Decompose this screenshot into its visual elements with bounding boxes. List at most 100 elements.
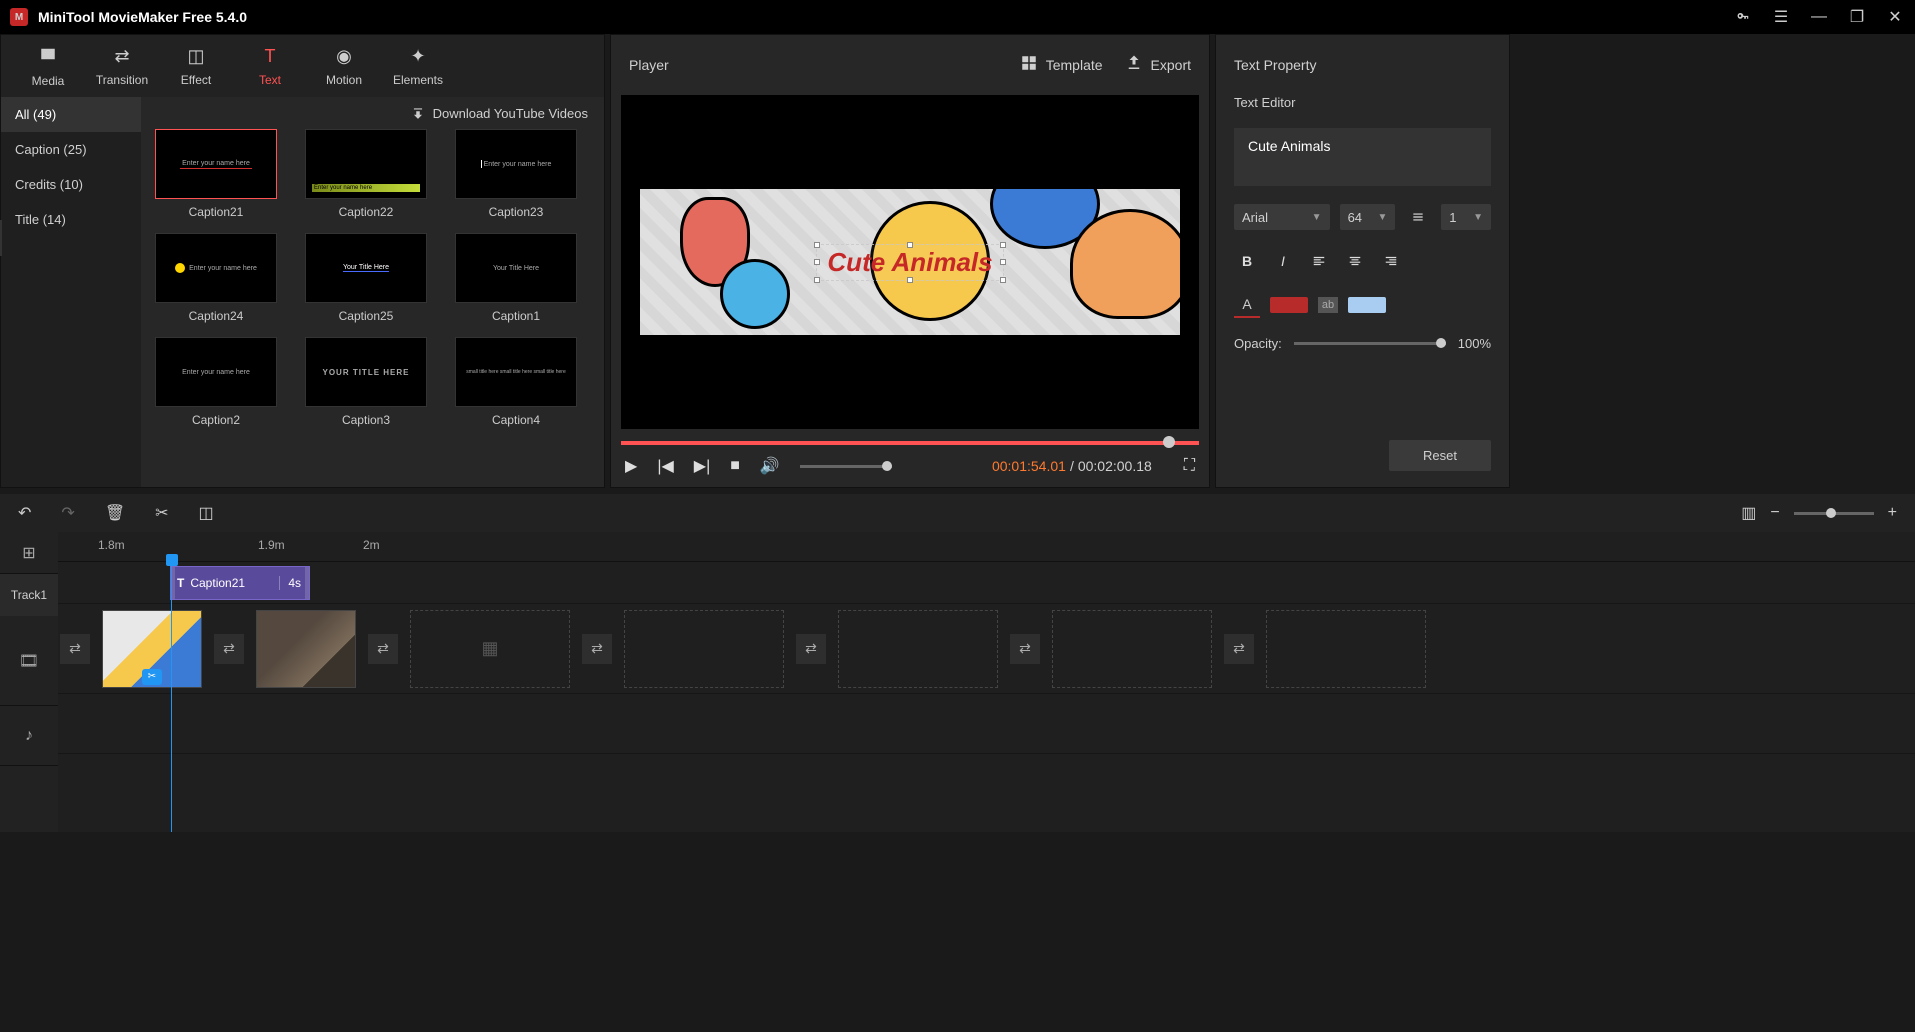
thumbnail-item[interactable]: Enter your name hereCaption21 <box>151 129 281 219</box>
tab-motion[interactable]: ◉ Motion <box>307 46 381 87</box>
activate-key-icon[interactable] <box>1733 7 1753 27</box>
text-clip[interactable]: T Caption21 4s <box>170 566 310 600</box>
video-track[interactable]: ⇄ ✂ ⇄ ⇄ ▦ ⇄ ⇄ ⇄ ⇄ <box>58 604 1915 694</box>
fullscreen-button[interactable]: ⛶ <box>1184 457 1195 475</box>
export-button[interactable]: Export <box>1125 54 1191 77</box>
redo-button[interactable]: ↷ <box>61 503 74 523</box>
empty-clip-slot[interactable] <box>1052 610 1212 688</box>
thumbnail-label: Caption2 <box>192 413 240 427</box>
minimize-button[interactable]: — <box>1809 7 1829 27</box>
next-frame-button[interactable]: ▶| <box>694 456 710 476</box>
prev-frame-button[interactable]: |◀ <box>657 456 673 476</box>
timeline: ↶ ↷ 🗑 ✂ ◫ ▥ − + ⊞ Track1 🎞 ♪ 1.8m 1.9m 2… <box>0 494 1915 832</box>
category-item[interactable]: Title (14) <box>1 202 141 237</box>
volume-icon[interactable]: 🔊 <box>760 456 780 476</box>
video-clip-2[interactable] <box>256 610 356 688</box>
italic-button[interactable]: I <box>1270 248 1296 274</box>
zoom-out-button[interactable]: − <box>1770 504 1779 522</box>
tab-effect[interactable]: ◫ Effect <box>159 46 233 87</box>
volume-slider[interactable] <box>800 465 892 468</box>
thumbnail-label: Caption3 <box>342 413 390 427</box>
empty-clip-slot[interactable] <box>1266 610 1426 688</box>
transition-slot[interactable]: ⇄ <box>60 634 90 664</box>
maximize-button[interactable]: ❐ <box>1847 7 1867 27</box>
align-left-button[interactable] <box>1306 248 1332 274</box>
play-button[interactable]: ▶ <box>625 456 637 476</box>
thumbnail-item[interactable]: Enter your name hereCaption23 <box>451 129 581 219</box>
fit-button[interactable]: ▥ <box>1741 503 1756 523</box>
progress-knob[interactable] <box>1163 436 1175 448</box>
undo-button[interactable]: ↶ <box>18 503 31 523</box>
thumbnail-item[interactable]: Enter your name hereCaption22 <box>301 129 431 219</box>
transition-slot[interactable]: ⇄ <box>796 634 826 664</box>
empty-clip-slot[interactable] <box>624 610 784 688</box>
app-icon: M <box>10 8 28 26</box>
close-button[interactable]: ✕ <box>1885 7 1905 27</box>
align-center-button[interactable] <box>1342 248 1368 274</box>
titlebar: M MiniTool MovieMaker Free 5.4.0 ☰ — ❐ ✕ <box>0 0 1915 34</box>
add-track-button[interactable]: ⊞ <box>0 532 58 574</box>
transition-slot[interactable]: ⇄ <box>1224 634 1254 664</box>
font-select[interactable]: Arial▼ <box>1234 204 1330 230</box>
delete-button[interactable]: 🗑 <box>105 503 125 523</box>
line-spacing-icon[interactable] <box>1405 204 1431 230</box>
text-color-icon: A <box>1234 292 1260 318</box>
tab-effect-label: Effect <box>181 73 211 87</box>
tab-elements[interactable]: ✦ Elements <box>381 46 455 87</box>
audio-track[interactable] <box>58 694 1915 754</box>
property-panel: › Text Property Text Editor Cute Animals… <box>1215 34 1510 488</box>
align-right-button[interactable] <box>1378 248 1404 274</box>
opacity-slider[interactable] <box>1294 342 1446 345</box>
line-height-select[interactable]: 1▼ <box>1441 204 1491 230</box>
zoom-slider[interactable] <box>1794 512 1874 515</box>
highlight-icon: ab <box>1318 297 1338 313</box>
timeline-ruler[interactable]: 1.8m 1.9m 2m <box>58 532 1915 562</box>
opacity-label: Opacity: <box>1234 336 1282 351</box>
category-item[interactable]: Caption (25) <box>1 132 141 167</box>
category-item[interactable]: All (49) <box>1 97 141 132</box>
transition-slot[interactable]: ⇄ <box>582 634 612 664</box>
playhead[interactable] <box>166 554 178 566</box>
thumbnail-item[interactable]: Enter your name hereCaption2 <box>151 337 281 427</box>
zoom-in-button[interactable]: + <box>1888 504 1897 522</box>
thumbnail-item[interactable]: Your Title HereCaption25 <box>301 233 431 323</box>
empty-clip-slot[interactable] <box>838 610 998 688</box>
menu-icon[interactable]: ☰ <box>1771 7 1791 27</box>
tab-media[interactable]: Media <box>11 45 85 88</box>
video-track-icon: 🎞 <box>0 616 58 706</box>
video-clip-1[interactable]: ✂ <box>102 610 202 688</box>
thumbnail-label: Caption21 <box>189 205 244 219</box>
download-youtube-link[interactable]: Download YouTube Videos <box>141 97 604 129</box>
transition-slot[interactable]: ⇄ <box>214 634 244 664</box>
empty-clip-slot[interactable]: ▦ <box>410 610 570 688</box>
time-total: 00:02:00.18 <box>1078 458 1152 474</box>
thumbnail-item[interactable]: small title here small title here small … <box>451 337 581 427</box>
opacity-value: 100% <box>1458 336 1491 351</box>
player-title: Player <box>629 57 669 73</box>
text-color-swatch[interactable] <box>1270 297 1308 313</box>
thumbnail-item[interactable]: Enter your name hereCaption24 <box>151 233 281 323</box>
transition-slot[interactable]: ⇄ <box>368 634 398 664</box>
crop-button[interactable]: ◫ <box>199 503 214 523</box>
thumbnail-item[interactable]: YOUR TITLE HERECaption3 <box>301 337 431 427</box>
split-marker-icon[interactable]: ✂ <box>142 669 162 685</box>
highlight-color-swatch[interactable] <box>1348 297 1386 313</box>
text-overlay[interactable]: Cute Animals <box>816 244 1003 281</box>
category-item[interactable]: Credits (10) <box>1 167 141 202</box>
stop-button[interactable]: ■ <box>730 457 740 475</box>
thumbnail-label: Caption1 <box>492 309 540 323</box>
reset-button[interactable]: Reset <box>1389 440 1491 471</box>
thumbnail-item[interactable]: Your Title HereCaption1 <box>451 233 581 323</box>
font-size-select[interactable]: 64▼ <box>1340 204 1396 230</box>
text-track[interactable]: T Caption21 4s <box>58 562 1915 604</box>
tab-transition[interactable]: ⇄ Transition <box>85 46 159 87</box>
preview-viewport[interactable]: Cute Animals <box>621 95 1199 429</box>
split-button[interactable]: ✂ <box>155 503 168 523</box>
expand-panel-button[interactable]: › <box>0 220 2 256</box>
text-editor-field[interactable]: Cute Animals <box>1234 128 1491 186</box>
tab-text[interactable]: T Text <box>233 46 307 87</box>
progress-bar[interactable] <box>621 441 1199 445</box>
bold-button[interactable]: B <box>1234 248 1260 274</box>
transition-slot[interactable]: ⇄ <box>1010 634 1040 664</box>
template-button[interactable]: Template <box>1020 54 1103 77</box>
